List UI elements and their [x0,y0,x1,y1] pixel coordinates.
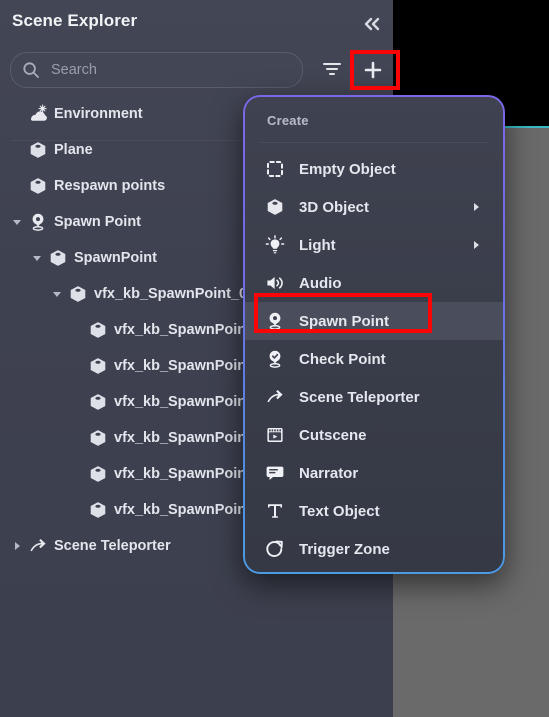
clapperboard-icon [264,424,286,446]
menu-item-text-object[interactable]: Text Object [243,492,505,530]
filter-icon[interactable] [320,57,344,81]
chevron-down-icon[interactable] [30,251,44,265]
tree-item-label: Respawn points [54,178,166,194]
cube-icon [88,392,108,412]
chevron-down-icon[interactable] [50,287,64,301]
bulb-icon [264,234,286,256]
menu-item-label: Cutscene [299,426,367,444]
tree-item-label: SpawnPoint [74,250,157,266]
cube-icon [88,356,108,376]
environment-icon [28,104,48,124]
arrow-curve-icon [264,386,286,408]
menu-item-spawn-point[interactable]: Spawn Point [243,302,505,340]
arrow-curve-icon [28,536,48,556]
pin-icon [28,212,48,232]
tree-item-label: Environment [54,106,143,122]
menu-item-label: Spawn Point [299,312,389,330]
chevron-right-icon[interactable] [10,539,24,553]
chevron-down-icon[interactable] [10,215,24,229]
cube-icon [28,140,48,160]
search-icon [22,61,40,79]
menu-item-trigger-zone[interactable]: Trigger Zone [243,530,505,568]
menu-item-audio[interactable]: Audio [243,264,505,302]
chevrons-left-icon[interactable] [358,12,386,36]
pin-check-icon [264,348,286,370]
panel-header: Scene Explorer [0,0,393,46]
dashed-square-icon [264,158,286,180]
pin-icon [264,310,286,332]
create-menu-divider [261,142,487,143]
menu-item-label: Audio [299,274,342,292]
submenu-arrow-icon[interactable] [471,240,481,250]
cube-icon [28,176,48,196]
tree-item-label: Spawn Point [54,214,141,230]
menu-item-empty-object[interactable]: Empty Object [243,150,505,188]
tree-item-label: Scene Teleporter [54,538,171,554]
menu-item-scene-teleporter[interactable]: Scene Teleporter [243,378,505,416]
menu-item-3d-object[interactable]: 3D Object [243,188,505,226]
create-menu-popup: Create Empty Object 3D Object Light Audio Sp… [243,95,505,574]
menu-item-label: Text Object [299,502,380,520]
search-input[interactable] [49,61,293,79]
submenu-arrow-icon[interactable] [471,202,481,212]
menu-item-narrator[interactable]: Narrator [243,454,505,492]
menu-item-cutscene[interactable]: Cutscene [243,416,505,454]
menu-item-check-point[interactable]: Check Point [243,340,505,378]
speaker-icon [264,272,286,294]
search-box[interactable] [10,52,303,88]
cube-icon [88,464,108,484]
tree-item-label: vfx_kb_SpawnPoint_01 [94,286,256,302]
speech-bubble-icon [264,462,286,484]
cube-icon [88,500,108,520]
cube-icon [88,428,108,448]
menu-item-label: Empty Object [299,160,396,178]
create-menu-title: Create [267,113,309,128]
cube-icon [88,320,108,340]
menu-item-label: Narrator [299,464,359,482]
menu-item-label: Light [299,236,336,254]
page-title: Scene Explorer [12,11,138,30]
app-root: Scene Explorer Search Environment Plane … [0,0,549,717]
text-t-icon [264,500,286,522]
add-button[interactable] [360,57,385,82]
cube-icon [264,196,286,218]
arrow-circle-icon [264,538,286,560]
menu-item-light[interactable]: Light [243,226,505,264]
menu-item-label: Check Point [299,350,386,368]
create-menu-list: Empty Object 3D Object Light Audio Spawn Poi… [243,150,505,568]
menu-item-label: Scene Teleporter [299,388,420,406]
menu-item-label: 3D Object [299,198,370,216]
menu-item-label: Trigger Zone [299,540,390,558]
tree-item-label: Plane [54,142,93,158]
cube-icon [68,284,88,304]
cube-icon [48,248,68,268]
